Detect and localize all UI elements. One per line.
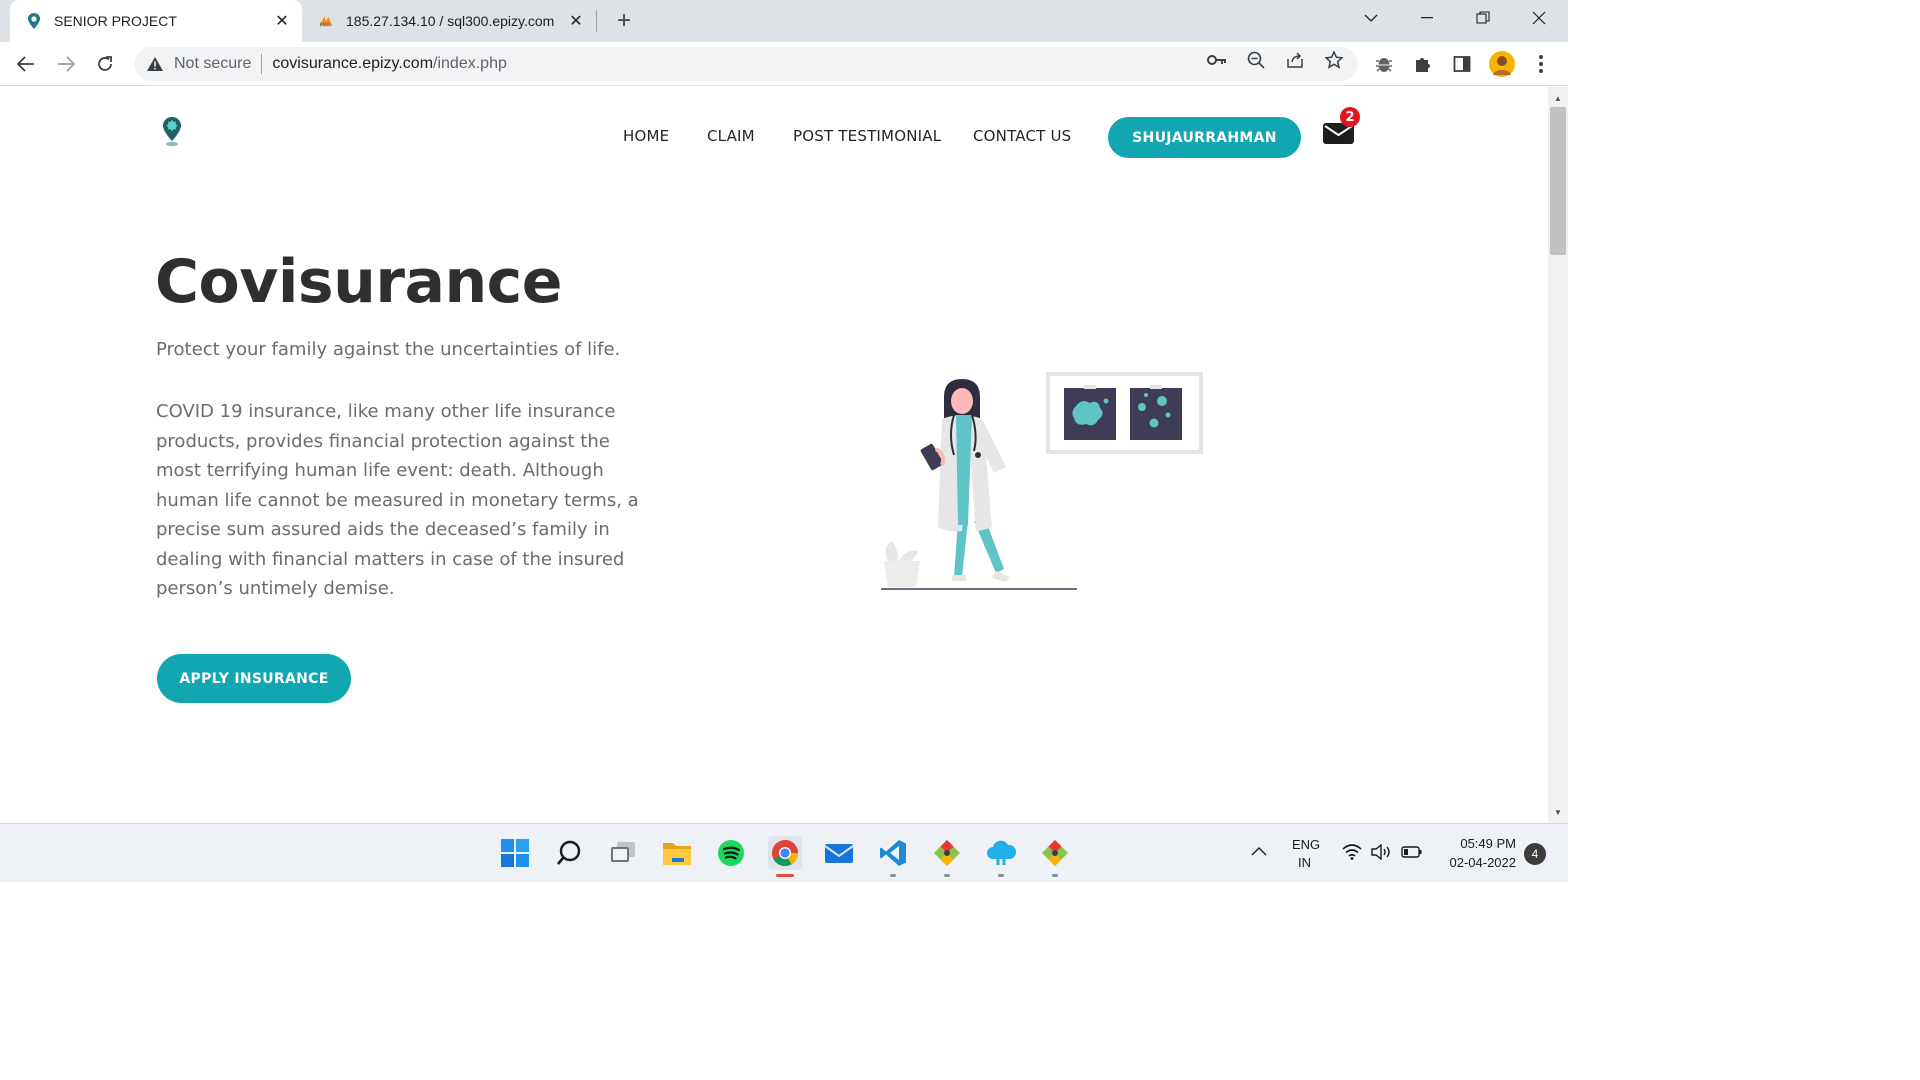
show-hidden-icons-icon[interactable]: [1251, 844, 1267, 859]
spotify-icon[interactable]: [714, 836, 748, 870]
volume-icon[interactable]: [1371, 843, 1391, 863]
close-window-icon[interactable]: [1516, 0, 1562, 36]
restore-window-icon[interactable]: [1460, 0, 1506, 36]
extensions-puzzle-icon[interactable]: [1412, 53, 1434, 75]
profile-avatar[interactable]: [1489, 51, 1515, 77]
scroll-up-arrow-icon[interactable]: ▲: [1553, 93, 1563, 103]
key-icon[interactable]: [1207, 50, 1227, 70]
scroll-down-arrow-icon[interactable]: ▼: [1553, 807, 1563, 817]
battery-icon[interactable]: [1401, 845, 1423, 862]
close-tab-icon[interactable]: ✕: [564, 9, 588, 33]
vscode-icon[interactable]: [876, 836, 910, 870]
windows-start-icon[interactable]: [498, 836, 532, 870]
file-explorer-icon[interactable]: [660, 836, 694, 870]
back-icon[interactable]: [12, 50, 40, 78]
security-status[interactable]: Not secure: [174, 55, 251, 73]
hero-description: COVID 19 insurance, like many other life…: [156, 401, 639, 599]
search-icon[interactable]: [552, 836, 586, 870]
bookmark-star-icon[interactable]: [1324, 50, 1344, 70]
nav-home-link[interactable]: HOME: [623, 127, 669, 145]
apply-insurance-button[interactable]: APPLY INSURANCE: [157, 654, 351, 703]
tab-search-icon[interactable]: [1348, 0, 1394, 36]
task-view-icon[interactable]: [606, 836, 640, 870]
mail-count-badge: 2: [1340, 107, 1360, 127]
share-icon[interactable]: [1285, 50, 1305, 70]
warning-icon[interactable]: [146, 55, 164, 73]
side-panel-icon[interactable]: [1451, 53, 1473, 75]
chrome-icon[interactable]: [768, 836, 802, 870]
location-pin-favicon-icon: [26, 13, 42, 29]
scrollbar-thumb[interactable]: [1550, 107, 1566, 255]
minimize-window-icon[interactable]: [1404, 0, 1450, 36]
new-tab-button[interactable]: +: [610, 7, 638, 35]
url-text[interactable]: covisurance.epizy.com/index.php: [272, 55, 507, 73]
forward-icon[interactable]: [52, 50, 80, 78]
clock[interactable]: 05:49 PM 02-04-2022: [1440, 836, 1517, 870]
nav-claim-link[interactable]: CLAIM: [707, 127, 755, 145]
site-logo-icon[interactable]: [160, 115, 184, 147]
active-app-indicator: [776, 874, 794, 877]
tab-title: 185.27.134.10 / sql300.epizy.com: [346, 13, 555, 29]
cloud-app-icon[interactable]: [984, 836, 1018, 870]
hero-title: Covisurance: [155, 247, 562, 317]
reload-icon[interactable]: [91, 50, 119, 78]
running-app-indicator: [944, 874, 950, 877]
browser-menu-icon[interactable]: [1530, 53, 1552, 75]
notification-count-badge[interactable]: 4: [1524, 843, 1546, 865]
hero-tagline: Protect your family against the uncertai…: [156, 339, 621, 360]
mail-button[interactable]: 2: [1322, 107, 1360, 145]
phpmyadmin-favicon-icon: PMA: [318, 13, 334, 29]
browser-tab-bar: SENIOR PROJECT ✕ PMA 185.27.134.10 / sql…: [0, 0, 1568, 42]
tab-title: SENIOR PROJECT: [54, 13, 177, 29]
language-code: ENG: [1292, 837, 1321, 852]
page-scrollbar[interactable]: ▲ ▼: [1548, 87, 1568, 823]
region-code: IN: [1298, 855, 1311, 870]
tab-senior-project[interactable]: SENIOR PROJECT ✕: [10, 0, 302, 42]
windows-taskbar: ENG IN 05:49 PM 02-04-2022 4: [0, 823, 1568, 882]
running-app-indicator: [890, 874, 896, 877]
running-app-indicator: [1052, 874, 1058, 877]
git-icon[interactable]: [930, 836, 964, 870]
svg-text:PMA: PMA: [320, 23, 331, 29]
extension-bug-icon[interactable]: [1373, 53, 1395, 75]
web-page: HOME CLAIM POST TESTIMONIAL CONTACT US S…: [0, 87, 1548, 823]
close-tab-icon[interactable]: ✕: [270, 9, 294, 33]
tab-separator: [596, 10, 597, 32]
nav-contact-us-link[interactable]: CONTACT US: [973, 127, 1071, 145]
doctor-illustration: [878, 371, 1208, 591]
git-icon[interactable]: [1038, 836, 1072, 870]
language-indicator[interactable]: ENG IN: [1292, 837, 1320, 870]
browser-toolbar: Not secure covisurance.epizy.com/index.p…: [0, 42, 1568, 86]
clock-time: 05:49 PM: [1460, 836, 1516, 851]
wifi-icon[interactable]: [1342, 844, 1362, 863]
address-divider: [261, 54, 263, 74]
address-bar[interactable]: Not secure covisurance.epizy.com/index.p…: [134, 47, 1358, 81]
clock-date: 02-04-2022: [1449, 855, 1517, 870]
mail-icon[interactable]: [822, 836, 856, 870]
zoom-out-icon[interactable]: [1246, 50, 1266, 70]
url-path: /index.php: [433, 55, 507, 72]
tab-phpmyadmin[interactable]: PMA 185.27.134.10 / sql300.epizy.com ✕: [306, 0, 596, 42]
url-host: covisurance.epizy.com: [272, 55, 434, 72]
user-account-button[interactable]: SHUJAURRAHMAN: [1108, 117, 1301, 158]
nav-post-testimonial-link[interactable]: POST TESTIMONIAL: [793, 127, 941, 145]
running-app-indicator: [998, 874, 1004, 877]
